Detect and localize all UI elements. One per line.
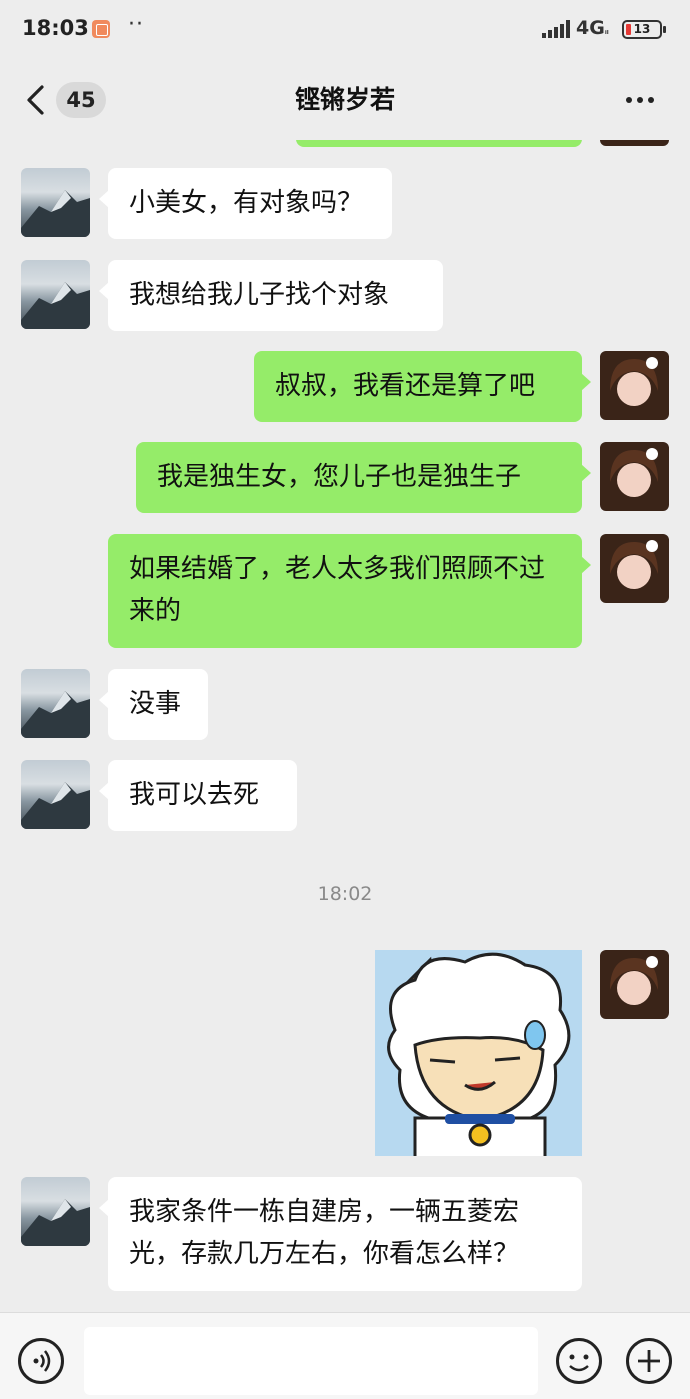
back-icon[interactable] (24, 84, 48, 116)
mountain-avatar-image (21, 1199, 90, 1246)
chat-header-overlay: 45 铿锵岁若 (0, 60, 690, 140)
input-bar (0, 1312, 690, 1399)
menu-dots-icon[interactable] (620, 90, 660, 110)
message-text: 如果结婚了，老人太多我们照顾不过来的 (129, 554, 546, 626)
mountain-avatar-image (21, 282, 90, 329)
message-bubble[interactable]: 小美女，有对象吗？ (99, 168, 392, 239)
network-type: 4Gᵢₗ (576, 17, 609, 39)
message-bubble[interactable]: 我是独生女，您儿子也是独生子 (136, 442, 591, 513)
message-bubble[interactable]: 我想给我儿子找个对象 (99, 260, 443, 331)
my-avatar[interactable] (600, 950, 669, 1019)
voice-icon[interactable] (18, 1338, 64, 1384)
my-avatar[interactable] (600, 351, 669, 420)
girl-avatar-image (610, 540, 658, 589)
contact-avatar[interactable] (21, 1177, 90, 1246)
contact-avatar[interactable] (21, 669, 90, 738)
girl-avatar-image (610, 956, 658, 1005)
status-time: 18:03 (22, 16, 89, 40)
plus-icon[interactable] (626, 1338, 672, 1384)
app-notification-icon (92, 20, 110, 38)
message-text: 我家条件一栋自建房，一辆五菱宏光，存款几万左右，你看怎么样？ (129, 1197, 520, 1269)
mountain-avatar-image (21, 190, 90, 237)
message-text: 我是独生女，您儿子也是独生子 (157, 462, 522, 492)
message-text: 我想给我儿子找个对象 (129, 280, 390, 310)
girl-avatar-image (610, 357, 658, 406)
my-avatar[interactable] (600, 534, 669, 603)
message-bubble[interactable]: 我家条件一栋自建房，一辆五菱宏光，存款几万左右，你看怎么样？ (99, 1177, 582, 1291)
my-avatar[interactable] (600, 442, 669, 511)
emoji-icon[interactable] (556, 1338, 602, 1384)
message-bubble[interactable]: 如果结婚了，老人太多我们照顾不过来的 (108, 534, 591, 648)
message-text: 没事 (129, 689, 182, 719)
message-bubble[interactable]: 我可以去死 (99, 760, 297, 831)
message-timestamp: 18:02 (317, 883, 373, 905)
message-text: 小美女，有对象吗？ (129, 188, 364, 218)
contact-avatar[interactable] (21, 168, 90, 237)
notification-dots-icon: ·· (128, 12, 144, 37)
mountain-avatar-image (21, 782, 90, 829)
signal-icon (542, 20, 570, 38)
battery-icon: 13 (622, 20, 666, 39)
message-bubble[interactable]: 叔叔，我看还是算了吧 (254, 351, 591, 422)
girl-avatar-image (610, 448, 658, 497)
contact-avatar[interactable] (21, 760, 90, 829)
contact-avatar[interactable] (21, 260, 90, 329)
message-input[interactable] (84, 1327, 538, 1395)
message-bubble[interactable]: 没事 (99, 669, 208, 740)
cartoon-sheep-sticker (387, 952, 571, 1156)
mountain-avatar-image (21, 691, 90, 738)
sticker-image[interactable] (375, 950, 582, 1156)
status-bar: 18:03 ·· 4Gᵢₗ 13 (0, 0, 690, 60)
unread-badge[interactable]: 45 (56, 82, 106, 118)
message-text: 我可以去死 (129, 780, 260, 810)
message-text: 叔叔，我看还是算了吧 (275, 371, 536, 401)
